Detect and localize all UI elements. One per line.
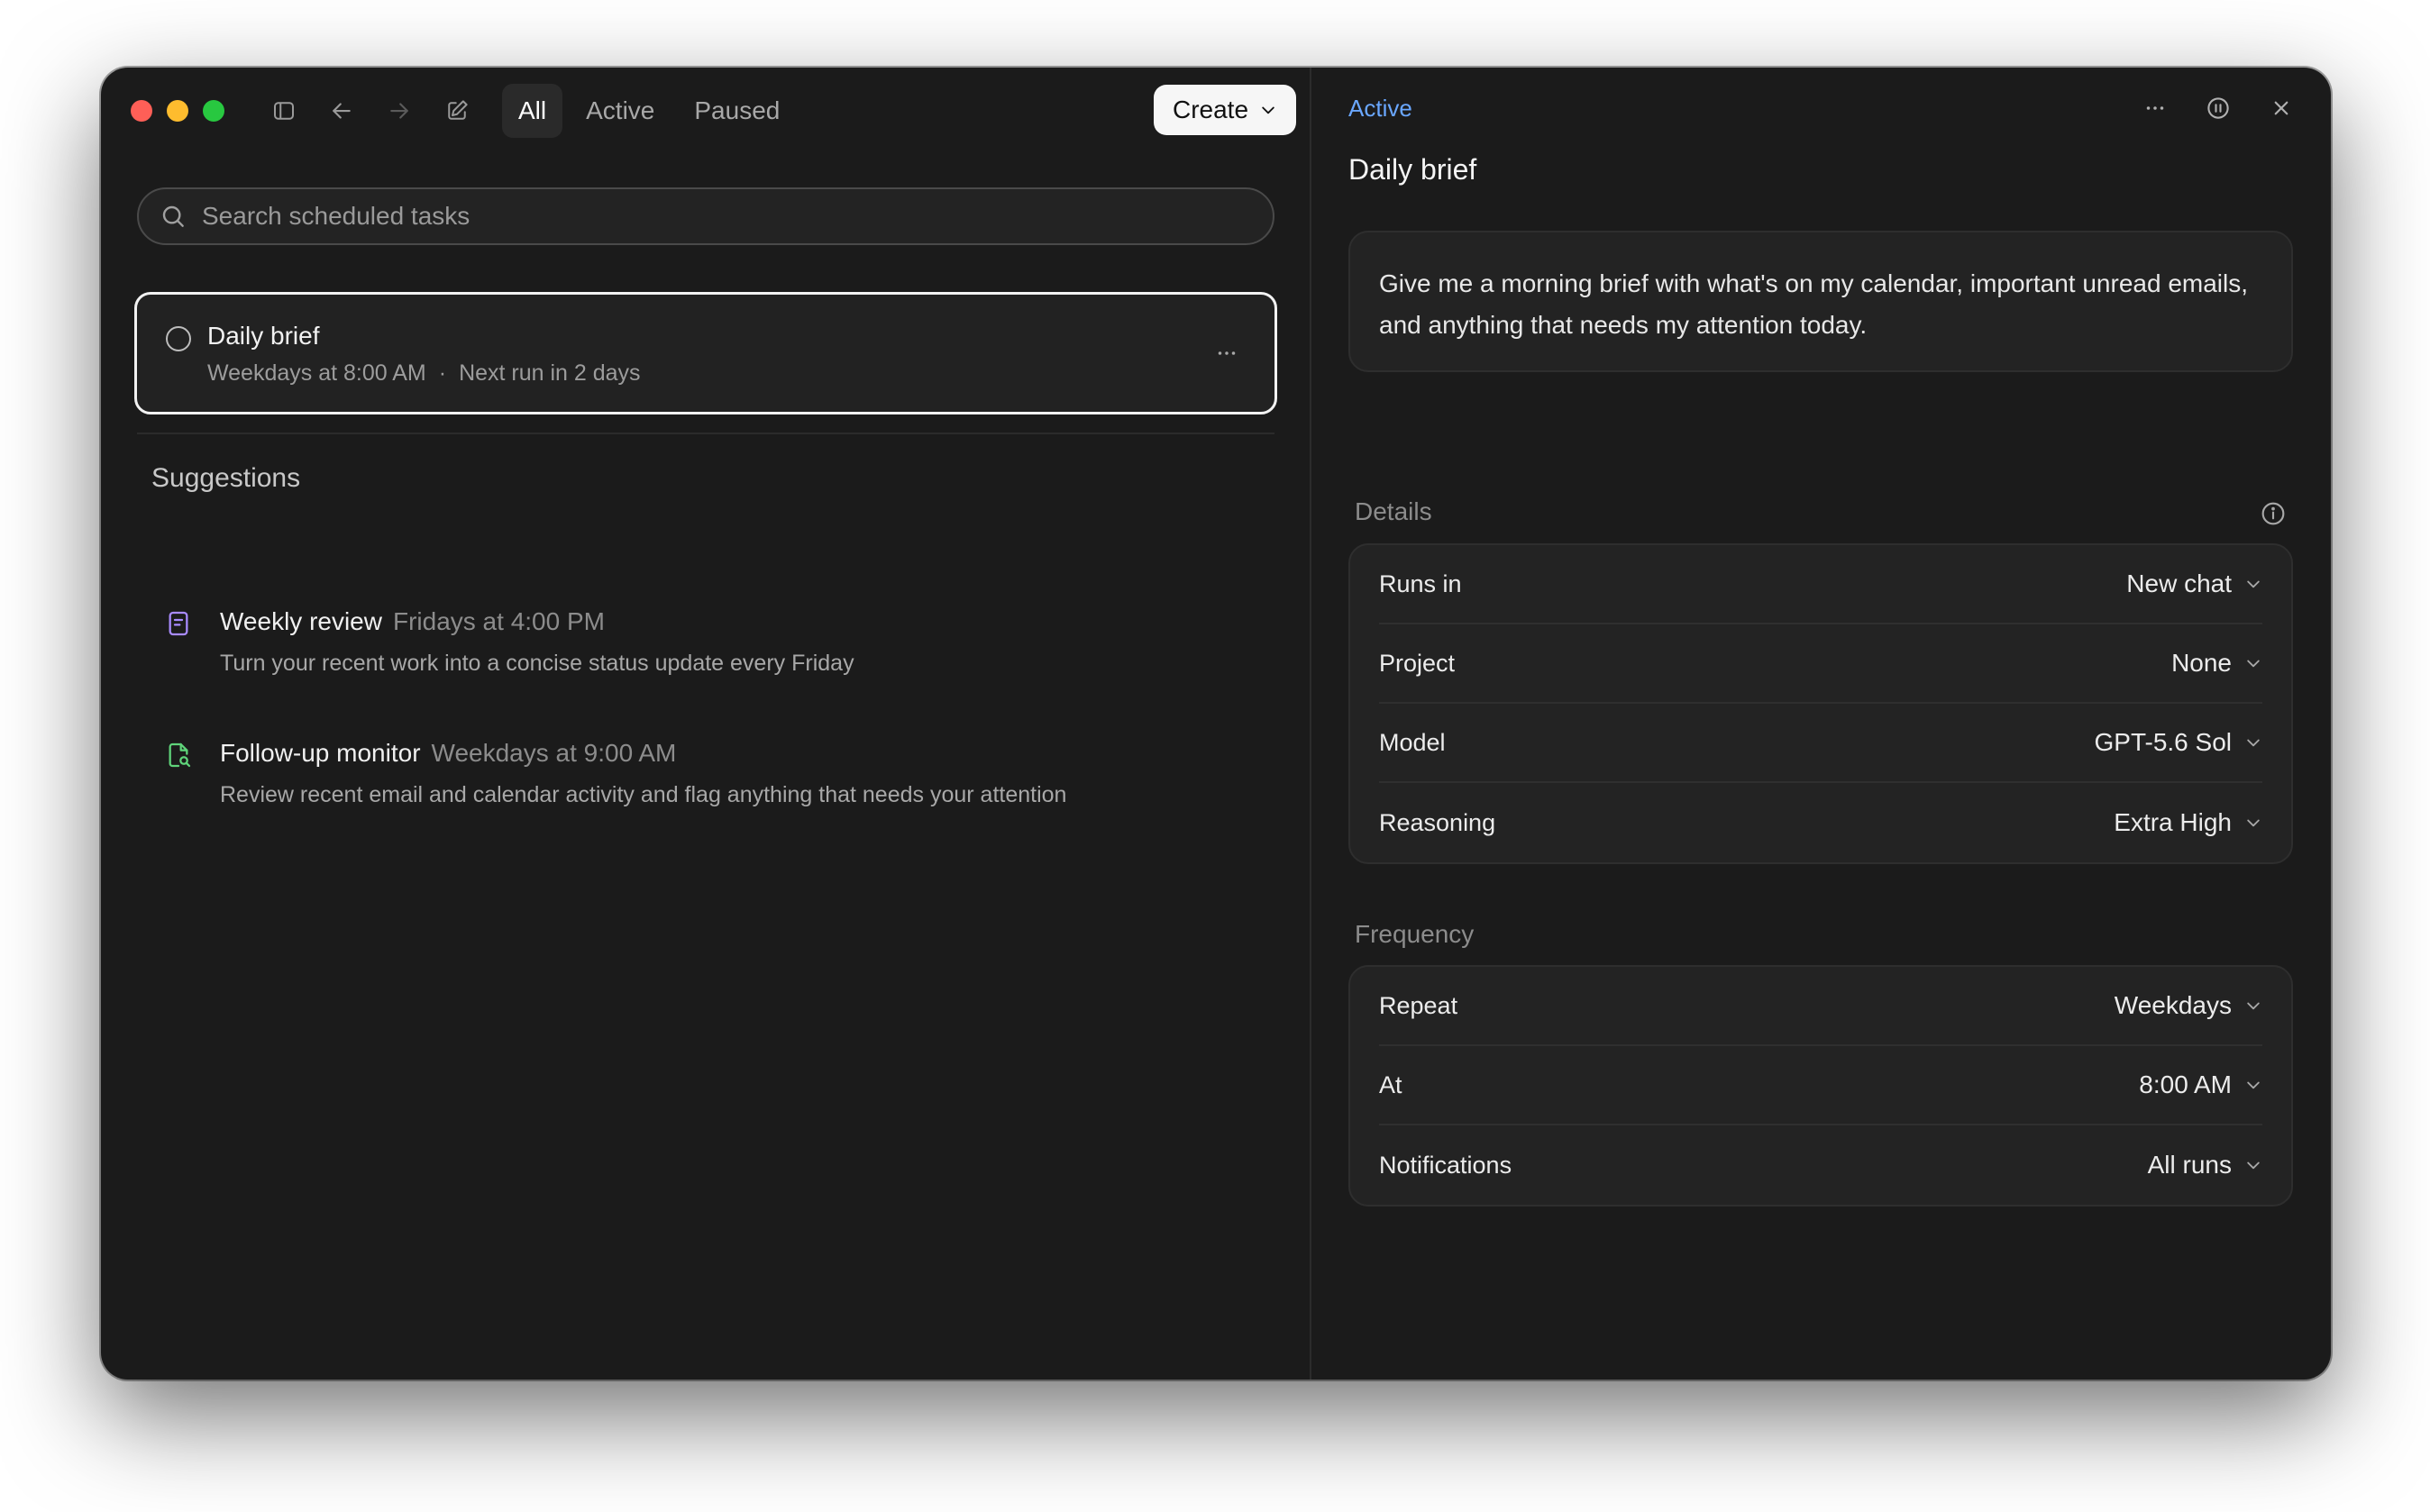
setting-value: GPT-5.6 Sol: [2094, 728, 2232, 756]
app-window: All Active Paused Create Daily brief Wee…: [101, 68, 2331, 1380]
frequency-heading: Frequency: [1355, 920, 1475, 948]
task-prompt[interactable]: Give me a morning brief with what's on m…: [1348, 231, 2293, 372]
create-button-label: Create: [1172, 96, 1249, 123]
setting-model: Model GPT-5.6 Sol: [1379, 704, 2262, 783]
status-badge: Active: [1348, 95, 1412, 122]
setting-label: Reasoning: [1379, 808, 1496, 836]
suggestion-name: Weekly review: [220, 607, 382, 635]
search-bar: [137, 187, 1274, 245]
task-list-pane: All Active Paused Create Daily brief Wee…: [101, 68, 1311, 1380]
search-input[interactable]: [200, 201, 1273, 232]
more-options-icon[interactable]: [2140, 93, 2170, 123]
detail-actions: [2140, 93, 2297, 123]
task-status-circle[interactable]: [166, 326, 191, 351]
search-icon: [162, 205, 184, 227]
create-button[interactable]: Create: [1154, 85, 1296, 135]
suggestion-name: Follow-up monitor: [220, 739, 421, 767]
suggestion-description: Review recent email and calendar activit…: [220, 782, 1067, 807]
time-dropdown[interactable]: 8:00 AM: [2139, 1070, 2262, 1099]
task-detail-pane: Active Daily brief Give me a morning bri…: [1311, 68, 2331, 1380]
setting-label: At: [1379, 1070, 1402, 1098]
task-detail-title: Daily brief: [1348, 153, 1477, 186]
list-divider: [137, 433, 1274, 434]
setting-label: Notifications: [1379, 1151, 1512, 1179]
info-icon[interactable]: [2259, 499, 2288, 528]
reasoning-dropdown[interactable]: Extra High: [2114, 808, 2262, 837]
chevron-down-icon: [1262, 106, 1274, 114]
compose-icon[interactable]: [441, 95, 473, 127]
details-settings: Runs in New chat Project None Model GPT-…: [1348, 543, 2293, 864]
zoom-window-button[interactable]: [203, 100, 224, 122]
setting-reasoning: Reasoning Extra High: [1379, 783, 2262, 862]
close-icon[interactable]: [2266, 93, 2297, 123]
chevron-down-icon: [2247, 1081, 2260, 1089]
suggestion-description: Turn your recent work into a concise sta…: [220, 651, 854, 676]
title-bar: All Active Paused Create: [101, 68, 1311, 154]
suggestion-title: Follow-up monitor Weekdays at 9:00 AM: [220, 739, 676, 768]
repeat-dropdown[interactable]: Weekdays: [2115, 991, 2262, 1020]
suggestion-schedule: Weekdays at 9:00 AM: [431, 739, 677, 767]
forward-arrow-icon[interactable]: [383, 95, 416, 127]
frequency-settings: Repeat Weekdays At 8:00 AM Notifications…: [1348, 965, 2293, 1207]
task-next-run: Next run in 2 days: [459, 360, 641, 386]
notebook-icon: [169, 611, 188, 636]
filter-tabs: All Active Paused: [502, 84, 796, 138]
document-search-icon: [169, 742, 191, 768]
setting-value: New chat: [2126, 569, 2232, 597]
close-window-button[interactable]: [131, 100, 152, 122]
tab-paused[interactable]: Paused: [678, 84, 796, 138]
tab-active[interactable]: Active: [570, 84, 671, 138]
setting-at: At 8:00 AM: [1379, 1046, 2262, 1125]
pause-icon[interactable]: [2203, 93, 2234, 123]
setting-label: Project: [1379, 649, 1456, 677]
task-separator: ·: [438, 360, 447, 386]
task-subtitle: Weekdays at 8:00 AM · Next run in 2 days: [207, 360, 641, 387]
setting-value: 8:00 AM: [2139, 1070, 2232, 1098]
suggestion-title: Weekly review Fridays at 4:00 PM: [220, 607, 605, 636]
back-arrow-icon[interactable]: [325, 95, 358, 127]
task-title: Daily brief: [207, 322, 320, 350]
chevron-down-icon: [2247, 1161, 2260, 1170]
chevron-down-icon: [2247, 660, 2260, 668]
tab-all[interactable]: All: [502, 84, 563, 138]
task-card-daily-brief[interactable]: Daily brief Weekdays at 8:00 AM · Next r…: [134, 292, 1277, 414]
model-dropdown[interactable]: GPT-5.6 Sol: [2094, 728, 2262, 757]
chevron-down-icon: [2247, 739, 2260, 747]
more-options-icon[interactable]: [1213, 340, 1240, 371]
setting-value: Extra High: [2114, 808, 2232, 836]
details-heading: Details: [1355, 497, 1432, 525]
notifications-dropdown[interactable]: All runs: [2148, 1151, 2262, 1180]
setting-repeat: Repeat Weekdays: [1379, 967, 2262, 1046]
task-schedule: Weekdays at 8:00 AM: [207, 360, 426, 386]
suggestions-heading: Suggestions: [151, 463, 301, 493]
setting-label: Runs in: [1379, 569, 1462, 597]
minimize-window-button[interactable]: [167, 100, 188, 122]
chevron-down-icon: [2247, 819, 2260, 827]
setting-label: Repeat: [1379, 991, 1458, 1019]
chevron-down-icon: [2247, 580, 2260, 588]
setting-value: None: [2171, 649, 2232, 677]
runs-in-dropdown[interactable]: New chat: [2126, 569, 2262, 598]
sidebar-toggle-icon[interactable]: [268, 95, 300, 127]
setting-project: Project None: [1379, 624, 2262, 704]
setting-label: Model: [1379, 728, 1446, 756]
setting-notifications: Notifications All runs: [1379, 1125, 2262, 1205]
setting-value: Weekdays: [2114, 991, 2232, 1019]
setting-value: All runs: [2147, 1151, 2232, 1179]
chevron-down-icon: [2247, 1002, 2260, 1010]
setting-runs-in: Runs in New chat: [1379, 545, 2262, 624]
project-dropdown[interactable]: None: [2171, 649, 2262, 678]
suggestion-schedule: Fridays at 4:00 PM: [392, 607, 605, 635]
